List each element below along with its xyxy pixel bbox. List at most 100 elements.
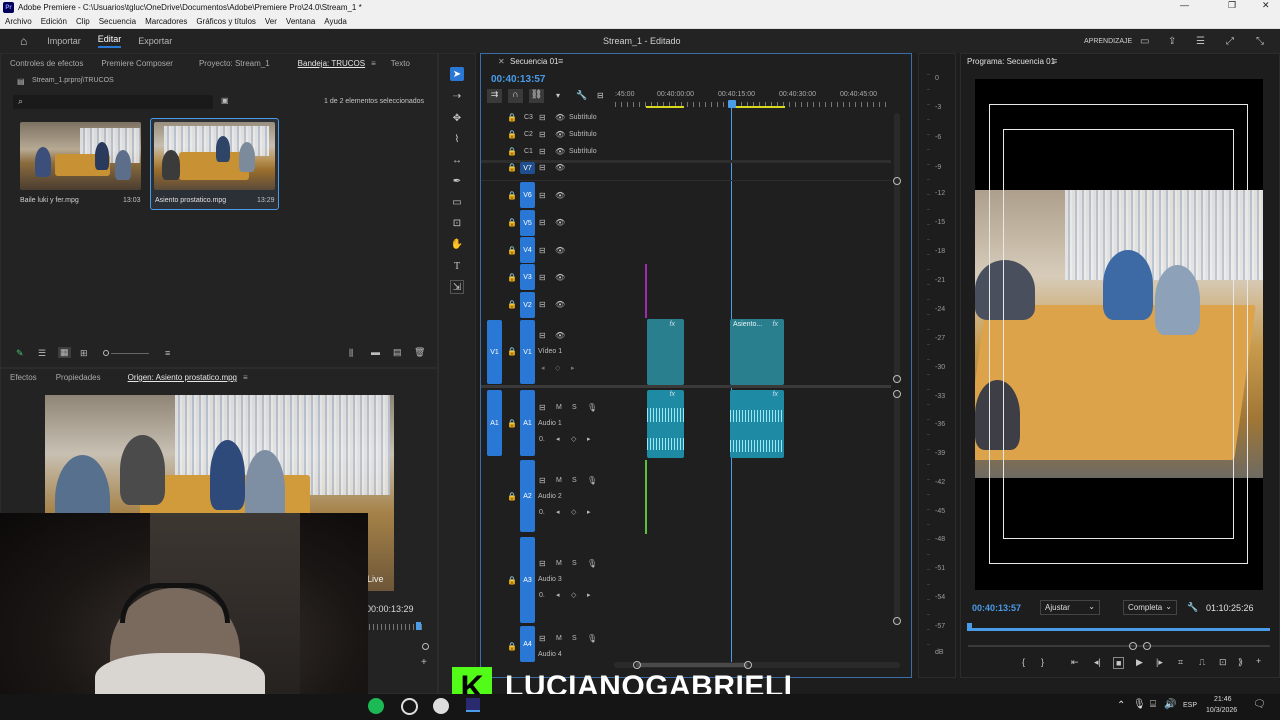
step-back-icon[interactable]: ◂|	[1094, 657, 1101, 668]
share-icon[interactable]: ⇪	[1168, 36, 1176, 47]
stop-icon[interactable]: ■	[1113, 657, 1125, 669]
track-select-tool-icon[interactable]: ⇢	[450, 89, 464, 103]
icon-view-icon[interactable]: ▦	[58, 347, 71, 358]
captions-icon[interactable]: ⊟	[597, 91, 604, 100]
mic-icon[interactable]: 🎙	[587, 634, 597, 643]
timeline-vscroll-audio[interactable]	[894, 392, 900, 624]
lock-icon[interactable]: 🔒	[507, 113, 517, 122]
sync-icon[interactable]: ⊟	[539, 191, 546, 200]
lock-icon[interactable]: 🔒	[507, 246, 517, 255]
program-tab[interactable]: Programa: Secuencia 01	[967, 57, 1055, 66]
mark-out-icon[interactable]: }	[1041, 657, 1044, 667]
sequence-timecode[interactable]: 00:40:13:57	[491, 74, 545, 85]
spotify-icon[interactable]	[368, 698, 384, 714]
play-icon[interactable]: ▶	[1136, 657, 1143, 668]
mute-button[interactable]: M	[556, 477, 562, 484]
menu-clip[interactable]: Clip	[76, 17, 90, 26]
snap-icon[interactable]: ∩	[508, 89, 523, 103]
sync-icon[interactable]: ⊟	[539, 163, 546, 172]
sort-icon[interactable]: ≡	[165, 348, 170, 358]
lock-icon[interactable]: 🔒	[507, 642, 517, 651]
linked-selection-icon[interactable]: ⛓	[529, 89, 544, 103]
workspace-icon[interactable]: ▭	[1140, 36, 1149, 47]
tab-editar[interactable]: Editar	[97, 34, 122, 48]
keyframe-add-icon[interactable]: ◇	[555, 364, 560, 372]
lock-icon[interactable]: 🔒	[507, 218, 517, 227]
keyframe-next-icon[interactable]: ▸	[571, 364, 575, 372]
track-target-a3[interactable]: A3	[520, 537, 535, 623]
video-clip[interactable]: Asiento... fx	[730, 319, 784, 385]
sync-icon[interactable]: ⊟	[539, 130, 546, 139]
keyframe-add-icon[interactable]: ◇	[571, 508, 576, 516]
track-target-a4[interactable]: A4	[520, 626, 535, 662]
tab-efectos[interactable]: Efectos	[10, 373, 37, 382]
sequence-tab-menu-icon[interactable]: ≡	[558, 56, 563, 66]
solo-button[interactable]: S	[572, 477, 577, 484]
timeline-ruler[interactable]: :45:00 00:40:00:00 00:40:15:00 00:40:30:…	[615, 88, 895, 110]
menu-secuencia[interactable]: Secuencia	[99, 17, 136, 26]
add-marker-icon[interactable]: ▾	[556, 91, 560, 100]
audio-clip[interactable]: fx	[730, 390, 784, 458]
chevron-up-icon[interactable]: ⌃	[1117, 700, 1125, 711]
mark-in-icon[interactable]: {	[1022, 657, 1025, 667]
lock-icon[interactable]: 🔒	[507, 191, 517, 200]
sync-icon[interactable]: ⊟	[539, 476, 546, 485]
lock-icon[interactable]: 🔒	[507, 163, 517, 172]
work-area-bar[interactable]	[733, 106, 785, 108]
eye-icon[interactable]: 👁	[555, 246, 565, 255]
compare-icon[interactable]: ⟫	[1238, 657, 1243, 668]
new-bin-icon[interactable]: ▬	[371, 347, 380, 357]
lock-icon[interactable]: 🔒	[507, 419, 517, 428]
keyframe-next-icon[interactable]: ▸	[587, 508, 591, 516]
razor-tool-icon[interactable]: ⌇	[450, 132, 464, 146]
tab-origen[interactable]: Origen: Asiento prostatico.mpg	[128, 373, 237, 382]
track-target-v2[interactable]: V2	[520, 292, 535, 318]
add-marker-icon[interactable]: +	[421, 657, 427, 668]
new-bin-from-search-icon[interactable]: ▣	[221, 96, 229, 105]
scroll-handle[interactable]	[1129, 642, 1137, 650]
sync-icon[interactable]: ⊟	[539, 559, 546, 568]
lock-icon[interactable]: 🔒	[507, 492, 517, 501]
sync-icon[interactable]: ⊟	[539, 300, 546, 309]
program-scrub-bar[interactable]	[968, 628, 1270, 631]
scroll-handle[interactable]	[633, 661, 641, 669]
insert-sequence-icon[interactable]: ⇉	[487, 89, 502, 103]
project-item-thumbnail[interactable]	[20, 122, 141, 190]
scroll-handle[interactable]	[893, 617, 901, 625]
sync-icon[interactable]: ⊟	[539, 403, 546, 412]
tab-premiere-composer[interactable]: Premiere Composer	[101, 59, 173, 68]
minimize-button[interactable]: —	[1180, 0, 1189, 10]
video-audio-divider[interactable]	[481, 385, 891, 388]
playhead-handle[interactable]	[728, 100, 736, 108]
source-patch-a1[interactable]: A1	[487, 390, 502, 456]
sync-icon[interactable]: ⊟	[539, 634, 546, 643]
close-window-button[interactable]: ✕	[1262, 0, 1270, 11]
lock-icon[interactable]: 🔒	[507, 273, 517, 282]
sync-icon[interactable]: ⊟	[539, 147, 546, 156]
sync-icon[interactable]: ⊟	[539, 218, 546, 227]
language-indicator[interactable]: ESP	[1183, 702, 1197, 709]
close-sequence-icon[interactable]: ✕	[498, 57, 505, 66]
zoom-slider-handle[interactable]	[103, 350, 109, 356]
track-target-v4[interactable]: V4	[520, 237, 535, 263]
tab-proyecto[interactable]: Proyecto: Stream_1	[199, 59, 270, 68]
wrench-icon[interactable]: 🔧	[576, 90, 587, 101]
sync-icon[interactable]: ⊟	[539, 273, 546, 282]
slip-tool-icon[interactable]: ↔	[450, 153, 464, 167]
solo-button[interactable]: S	[572, 560, 577, 567]
keyframe-add-icon[interactable]: ◇	[571, 591, 576, 599]
tab-propiedades[interactable]: Propiedades	[56, 373, 101, 382]
lock-icon[interactable]: 🔒	[507, 576, 517, 585]
lock-icon[interactable]: 🔒	[507, 300, 517, 309]
fit-dropdown[interactable]: Ajustar ⌄	[1040, 600, 1100, 615]
eye-icon[interactable]: 👁	[555, 331, 565, 340]
selection-tool-icon[interactable]: ➤	[450, 67, 464, 81]
caption-tool-icon[interactable]: ⇲	[450, 280, 464, 294]
work-area-bar[interactable]	[646, 106, 684, 108]
source-playhead[interactable]	[416, 622, 421, 630]
eye-icon[interactable]: 👁	[555, 147, 565, 156]
scroll-handle[interactable]	[893, 390, 901, 398]
sync-icon[interactable]: ⊟	[539, 113, 546, 122]
lift-icon[interactable]: ⌗	[1178, 657, 1183, 668]
sync-icon[interactable]: ⊟	[539, 246, 546, 255]
